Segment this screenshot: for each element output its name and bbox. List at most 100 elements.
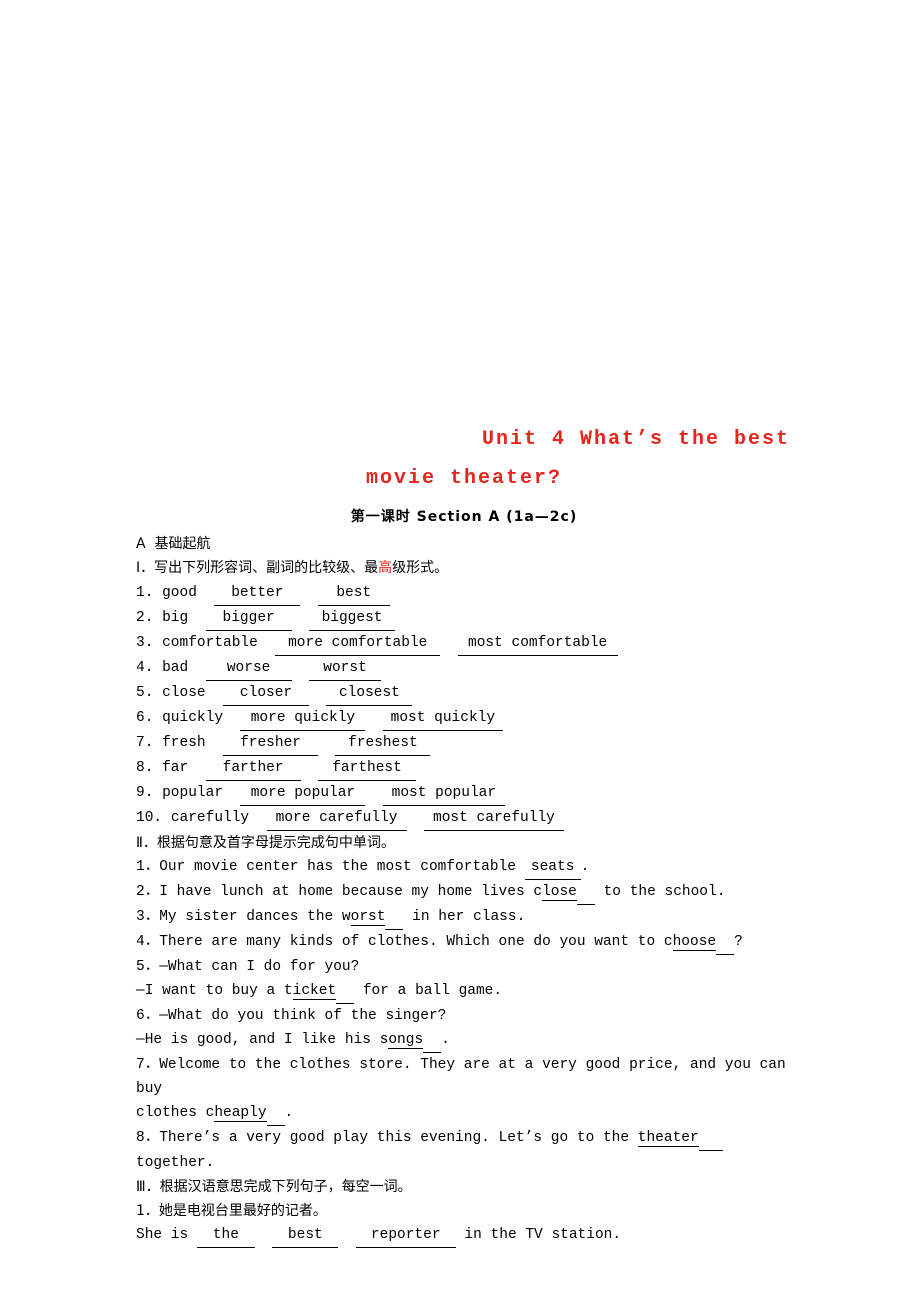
part2-q5-line2: —I want to buy a ticket for a ball game. — [136, 979, 792, 1004]
part3-q1-pre: She is — [136, 1227, 197, 1243]
part1-heading-prefix: Ⅰ．写出下列形容词、副词的比较级、最 — [136, 560, 379, 576]
part2-q7-line2: clothes cheaply . — [136, 1101, 792, 1126]
part2-q2: 2．I have lunch at home because my home l… — [136, 880, 792, 905]
table-row: 2. big bigger biggest — [136, 606, 792, 631]
item-word: fresh — [162, 735, 206, 751]
item-comparative: fresher — [223, 731, 319, 756]
q2-answer: lose — [542, 884, 577, 901]
item-superlative: farthest — [318, 756, 417, 781]
item-num: 4. — [136, 660, 154, 676]
q5-text-post: for a ball game. — [354, 983, 503, 999]
part2-heading: Ⅱ．根据句意及首字母提示完成句中单词。 — [136, 835, 395, 851]
q8-answer-pad — [698, 1126, 723, 1151]
table-row: 8. far farther farthest — [136, 756, 792, 781]
page-title-line2: movie theater? — [365, 467, 563, 490]
q3-answer: orst — [350, 909, 386, 926]
q2-text-pre: 2．I have lunch at home because my home l… — [136, 884, 543, 900]
lesson-subtitle: 第一课时 Section A (1a—2c) — [350, 509, 578, 525]
item-comparative: more quickly — [240, 706, 366, 731]
table-row: 7. fresh fresher freshest — [136, 731, 792, 756]
q5-answer: icket — [292, 983, 337, 1000]
item-num: 3. — [136, 635, 154, 651]
item-superlative: worst — [309, 656, 382, 681]
part2-q6-line1: 6．—What do you think of the singer? — [136, 1008, 447, 1024]
item-word: popular — [162, 785, 224, 801]
q7-answer-pad — [266, 1101, 285, 1126]
q6-answer-pad — [423, 1028, 442, 1053]
item-word: bad — [162, 660, 189, 676]
q8-answer: theater — [637, 1130, 699, 1147]
part2-q6-line2: —He is good, and I like his songs . — [136, 1028, 792, 1053]
part3-q1-answer-line: She is the best reporter in the TV stati… — [136, 1223, 792, 1248]
part1-heading: Ⅰ．写出下列形容词、副词的比较级、最高级形式。 — [136, 556, 792, 581]
q6-text-post: . — [441, 1032, 450, 1048]
part2-q5-line1: 5．—What can I do for you? — [136, 959, 360, 975]
q5-text-pre: —I want to buy a t — [136, 983, 293, 999]
table-row: 5. close closer closest — [136, 681, 792, 706]
item-num: 5. — [136, 685, 154, 701]
item-comparative: closer — [223, 681, 310, 706]
q6-answer: ongs — [388, 1032, 424, 1049]
q5-answer-pad — [336, 979, 355, 1004]
item-comparative: worse — [205, 656, 292, 681]
item-word: good — [162, 585, 197, 601]
q8-text-pre: 8．There’s a very good play this evening.… — [136, 1130, 638, 1146]
q3-text-post: in her class. — [403, 909, 526, 925]
item-comparative: better — [214, 581, 301, 606]
worksheet-page: Unit 4 What’s the best movie theater? 第一… — [0, 0, 920, 1302]
table-row: 10. carefully more carefully most carefu… — [136, 806, 792, 831]
table-row: 6. quickly more quickly most quickly — [136, 706, 792, 731]
item-num: 2. — [136, 610, 154, 626]
item-superlative: most carefully — [423, 806, 564, 831]
item-superlative: closest — [326, 681, 413, 706]
part3-q1-blank3: reporter — [355, 1223, 456, 1248]
document-content: Unit 4 What’s the best movie theater? 第一… — [136, 420, 792, 1248]
table-row: 3. comfortable more comfortable most com… — [136, 631, 792, 656]
item-word: close — [162, 685, 206, 701]
item-superlative: most comfortable — [457, 631, 618, 656]
item-word: far — [162, 760, 189, 776]
item-num: 9. — [136, 785, 154, 801]
table-row: 9. popular more popular most popular — [136, 781, 792, 806]
item-comparative: farther — [205, 756, 301, 781]
part3-heading: Ⅲ．根据汉语意思完成下列句子，每空一词。 — [136, 1179, 412, 1195]
item-superlative: most quickly — [382, 706, 503, 731]
item-superlative: biggest — [309, 606, 396, 631]
item-comparative: bigger — [205, 606, 292, 631]
q4-answer: hoose — [672, 934, 717, 951]
item-comparative: more carefully — [266, 806, 407, 831]
item-num: 8. — [136, 760, 154, 776]
item-num: 6. — [136, 710, 154, 726]
part2-q3: 3．My sister dances the worst in her clas… — [136, 905, 792, 930]
part3-q1-post: in the TV station. — [455, 1227, 622, 1243]
q4-text-post: ? — [734, 934, 743, 950]
item-word: quickly — [162, 710, 224, 726]
q3-answer-pad — [385, 905, 404, 930]
item-superlative: freshest — [335, 731, 431, 756]
item-superlative: best — [317, 581, 390, 606]
item-word: carefully — [170, 810, 250, 826]
section-a-label: A 基础起航 — [136, 536, 211, 552]
q4-text-pre: 4．There are many kinds of clothes. Which… — [136, 934, 673, 950]
q2-answer-pad — [576, 880, 595, 905]
q1-answer: seats — [524, 855, 581, 880]
table-row: 1. good better best — [136, 581, 792, 606]
item-comparative: more popular — [240, 781, 366, 806]
part2-q7-line1: 7．Welcome to the clothes store. They are… — [136, 1057, 795, 1097]
item-num: 10. — [136, 810, 163, 826]
part3-q1-blank2: best — [272, 1223, 339, 1248]
table-row: 4. bad worse worst — [136, 656, 792, 681]
q7-answer: heaply — [214, 1105, 267, 1122]
q4-answer-pad — [716, 930, 735, 955]
part2-q4: 4．There are many kinds of clothes. Which… — [136, 930, 792, 955]
q3-text-pre: 3．My sister dances the w — [136, 909, 351, 925]
q1-text-post: . — [580, 859, 590, 875]
item-num: 1. — [136, 585, 154, 601]
part2-q8: 8．There’s a very good play this evening.… — [136, 1126, 792, 1175]
part3-q1-blank1: the — [196, 1223, 255, 1248]
page-title-line1: Unit 4 What’s the best — [481, 428, 790, 451]
item-superlative: most popular — [382, 781, 505, 806]
q6-text-pre: —He is good, and I like his s — [136, 1032, 389, 1048]
part1-heading-dot: 高 — [378, 560, 393, 576]
q1-text-pre: 1．Our movie center has the most comforta… — [136, 859, 525, 875]
